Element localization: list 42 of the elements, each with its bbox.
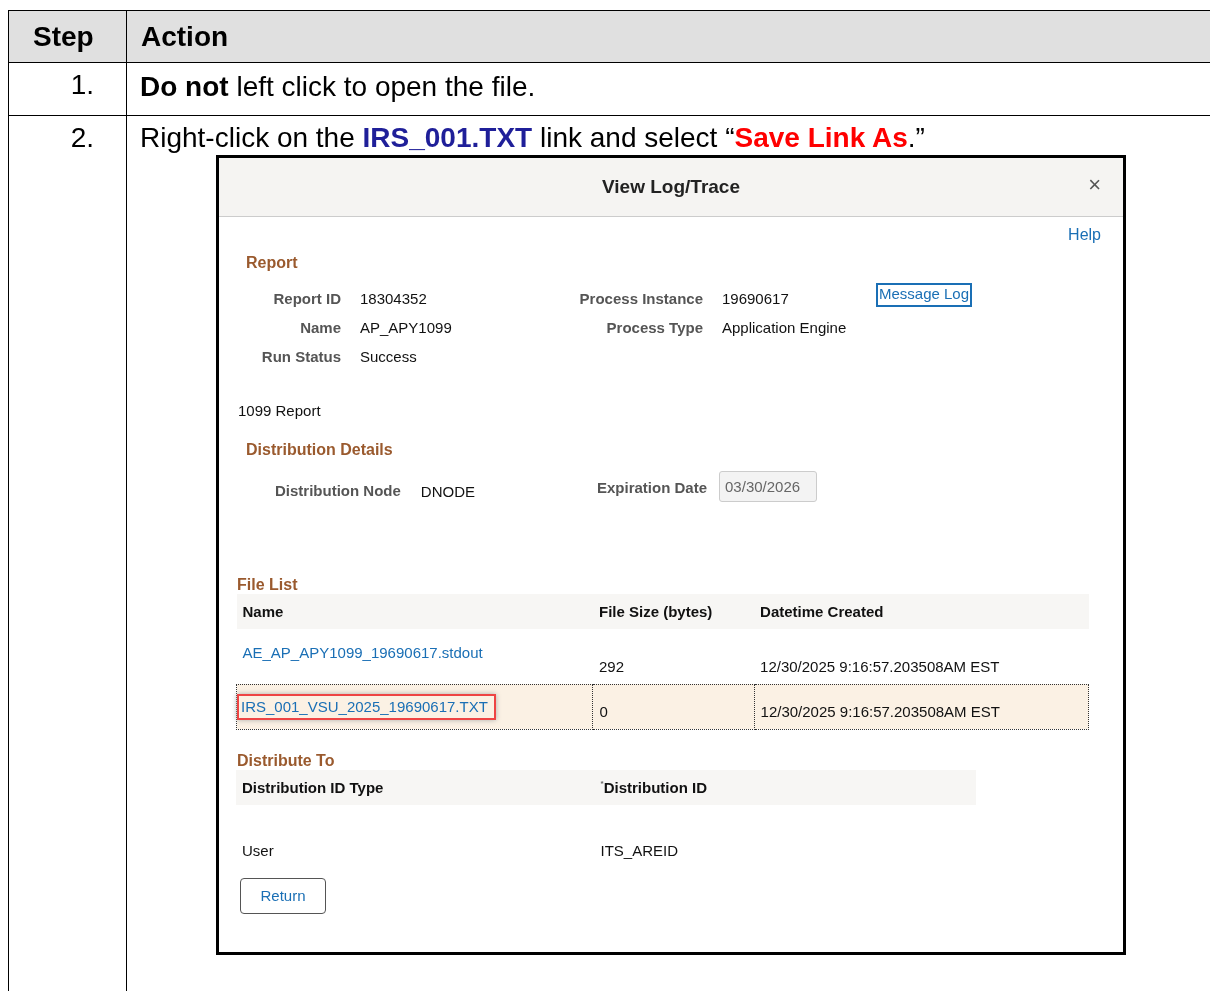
field-label: Report ID bbox=[272, 290, 341, 307]
column-header: File Size (bytes) bbox=[592, 594, 755, 629]
table-cell: ITS_AREID bbox=[600, 841, 679, 859]
column-header: Distribution ID Type bbox=[236, 769, 595, 805]
table-cell: User bbox=[242, 841, 274, 859]
file-size: 0 bbox=[599, 702, 608, 720]
file-size: 292 bbox=[598, 657, 624, 675]
field-value: Application Engine bbox=[722, 319, 848, 336]
field-label: Run Status bbox=[260, 348, 341, 365]
close-button[interactable]: × bbox=[1088, 172, 1101, 198]
section-heading: Distribute To bbox=[237, 751, 335, 769]
column-header: Name bbox=[236, 594, 593, 629]
field-label: Name bbox=[299, 319, 341, 336]
field-label: Process Type bbox=[605, 319, 703, 336]
field-value: 18304352 bbox=[360, 290, 428, 307]
file-link[interactable]: AE_AP_APY1099_19690617.stdout bbox=[242, 644, 483, 661]
field-value: Success bbox=[360, 348, 418, 365]
section-heading: Distribution Details bbox=[246, 441, 393, 458]
report-description: 1099 Report bbox=[238, 402, 322, 419]
step-number: 1. bbox=[70, 69, 94, 100]
field-label: Expiration Date bbox=[597, 479, 708, 496]
return-button[interactable]: Return bbox=[240, 877, 326, 914]
column-header: *Distribution ID bbox=[594, 769, 976, 805]
column-header: Datetime Created bbox=[754, 594, 1089, 629]
field-value: AP_APY1099 bbox=[360, 319, 453, 336]
field-label: Process Instance bbox=[578, 290, 703, 307]
instruction-text: Do not left click to open the file. bbox=[140, 71, 536, 102]
section-heading: Report bbox=[246, 254, 298, 271]
field-label: Distribution Node bbox=[275, 482, 401, 499]
datetime-created: 12/30/2025 9:16:57.203508AM EST bbox=[760, 657, 1000, 675]
dialog-title: View Log/Trace bbox=[602, 176, 740, 198]
help-link[interactable]: Help bbox=[1068, 226, 1101, 244]
message-log-link[interactable]: Message Log bbox=[876, 283, 973, 307]
field-value: DNODE bbox=[420, 483, 475, 500]
instruction-text: Right-click on the IRS_001.TXT link and select “Save Link As.” bbox=[140, 122, 926, 154]
date-field[interactable]: 03/30/2026 bbox=[719, 471, 818, 502]
step-number: 2. bbox=[70, 122, 94, 153]
datetime-created: 12/30/2025 9:16:57.203508AM EST bbox=[760, 702, 1000, 720]
field-value: 19690617 bbox=[722, 290, 790, 307]
section-heading: File List bbox=[237, 576, 298, 593]
column-header: Action bbox=[140, 20, 229, 53]
column-header: Step bbox=[32, 20, 94, 53]
